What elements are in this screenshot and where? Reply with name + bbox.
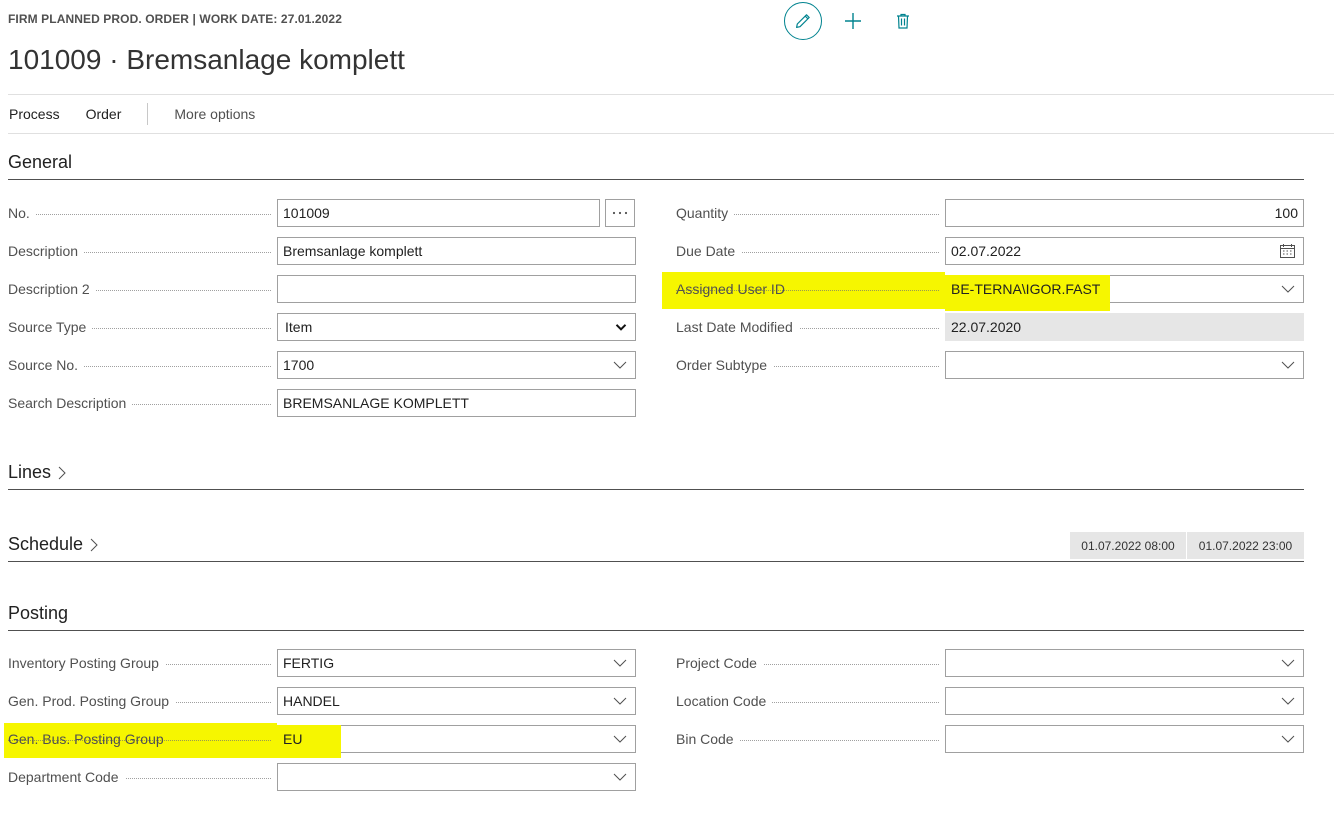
chevron-down-icon bbox=[613, 773, 627, 781]
field-no-label: No. bbox=[8, 205, 36, 221]
chevron-down-icon bbox=[613, 659, 627, 667]
field-order-subtype-label: Order Subtype bbox=[676, 357, 774, 373]
no-assist-button[interactable] bbox=[605, 199, 635, 227]
ellipsis-icon bbox=[612, 211, 628, 215]
gen-prod-posting-group-input[interactable]: HANDEL bbox=[277, 687, 636, 715]
field-search-description-label: Search Description bbox=[8, 395, 133, 411]
field-source-type: Source Type Item bbox=[8, 313, 636, 341]
description-2-input[interactable] bbox=[277, 275, 636, 303]
quantity-input[interactable]: 100 bbox=[945, 199, 1304, 227]
action-order[interactable]: Order bbox=[86, 106, 122, 122]
field-bin-code: Bin Code bbox=[676, 725, 1304, 753]
field-order-subtype: Order Subtype bbox=[676, 351, 1304, 379]
field-inventory-posting-group-label: Inventory Posting Group bbox=[8, 655, 165, 671]
action-more-options[interactable]: More options bbox=[174, 106, 255, 122]
chevron-down-icon bbox=[1281, 285, 1295, 293]
field-last-date-modified-label: Last Date Modified bbox=[676, 319, 799, 335]
source-type-select[interactable]: Item bbox=[277, 313, 636, 341]
field-project-code: Project Code bbox=[676, 649, 1304, 677]
field-no: No. 101009 bbox=[8, 199, 600, 227]
field-gen-bus-posting-group: Gen. Bus. Posting Group EU bbox=[8, 725, 636, 758]
chevron-right-icon bbox=[58, 466, 66, 480]
chevron-down-icon bbox=[1281, 659, 1295, 667]
chevron-right-icon bbox=[90, 538, 98, 552]
field-inventory-posting-group: Inventory Posting Group FERTIG bbox=[8, 649, 636, 677]
field-assigned-user-id-label: Assigned User ID bbox=[676, 281, 785, 297]
bin-code-input[interactable] bbox=[945, 725, 1304, 753]
chevron-down-icon bbox=[613, 697, 627, 705]
no-input[interactable]: 101009 bbox=[277, 199, 600, 227]
project-code-input[interactable] bbox=[945, 649, 1304, 677]
section-general-header[interactable]: General bbox=[8, 152, 1304, 180]
trash-icon bbox=[897, 13, 909, 29]
section-posting-title: Posting bbox=[8, 603, 69, 623]
field-due-date-label: Due Date bbox=[676, 243, 742, 259]
section-schedule-title: Schedule bbox=[8, 534, 84, 554]
field-description: Description Bremsanlage komplett bbox=[8, 237, 636, 265]
schedule-ending-datetime: 01.07.2022 23:00 bbox=[1187, 532, 1304, 559]
section-lines-header[interactable]: Lines bbox=[8, 462, 1304, 490]
field-quantity-label: Quantity bbox=[676, 205, 735, 221]
header-actions bbox=[784, 2, 922, 40]
order-subtype-input[interactable] bbox=[945, 351, 1304, 379]
pencil-icon bbox=[796, 14, 810, 28]
gen-bus-posting-group-input[interactable]: EU bbox=[277, 725, 636, 758]
field-department-code-label: Department Code bbox=[8, 769, 125, 785]
chevron-down-icon bbox=[1281, 735, 1295, 743]
section-general-title: General bbox=[8, 152, 73, 172]
section-lines-title: Lines bbox=[8, 462, 52, 482]
field-description-2-label: Description 2 bbox=[8, 281, 96, 297]
field-description-label: Description bbox=[8, 243, 85, 259]
field-due-date: Due Date 02.07.2022 bbox=[676, 237, 1304, 265]
field-gen-prod-posting-group-label: Gen. Prod. Posting Group bbox=[8, 693, 176, 709]
chevron-down-icon bbox=[613, 361, 627, 369]
section-posting-header[interactable]: Posting bbox=[8, 603, 1304, 631]
field-department-code: Department Code bbox=[8, 763, 636, 791]
field-project-code-label: Project Code bbox=[676, 655, 763, 671]
field-gen-prod-posting-group: Gen. Prod. Posting Group HANDEL bbox=[8, 687, 636, 715]
field-last-date-modified: Last Date Modified 22.07.2020 bbox=[676, 313, 1304, 341]
field-source-type-label: Source Type bbox=[8, 319, 93, 335]
field-assigned-user-id: Assigned User ID BE-TERNA\IGOR.FAST bbox=[676, 275, 1304, 311]
page-title: 101009 · Bremsanlage komplett bbox=[8, 44, 405, 75]
chevron-down-icon bbox=[613, 735, 627, 743]
field-location-code: Location Code bbox=[676, 687, 1304, 715]
field-quantity: Quantity 100 bbox=[676, 199, 1304, 227]
field-location-code-label: Location Code bbox=[676, 693, 773, 709]
calendar-icon[interactable] bbox=[1280, 244, 1295, 258]
schedule-starting-datetime: 01.07.2022 08:00 bbox=[1070, 532, 1186, 559]
field-search-description: Search Description BREMSANLAGE KOMPLETT bbox=[8, 389, 636, 417]
chevron-down-icon bbox=[615, 324, 627, 331]
location-code-input[interactable] bbox=[945, 687, 1304, 715]
chevron-down-icon bbox=[1281, 361, 1295, 369]
delete-button[interactable] bbox=[884, 2, 922, 40]
department-code-input[interactable] bbox=[277, 763, 636, 791]
action-bar: Process Order More options bbox=[8, 94, 1334, 134]
new-button[interactable] bbox=[834, 2, 872, 40]
due-date-input[interactable]: 02.07.2022 bbox=[945, 237, 1304, 265]
field-bin-code-label: Bin Code bbox=[676, 731, 740, 747]
search-description-input[interactable]: BREMSANLAGE KOMPLETT bbox=[277, 389, 636, 417]
action-separator bbox=[147, 103, 149, 125]
action-process[interactable]: Process bbox=[9, 106, 60, 122]
plus-icon bbox=[845, 13, 861, 29]
chevron-down-icon bbox=[1281, 697, 1295, 705]
source-no-input[interactable]: 1700 bbox=[277, 351, 636, 379]
edit-button[interactable] bbox=[784, 2, 822, 40]
last-date-modified-value: 22.07.2020 bbox=[945, 313, 1304, 341]
inventory-posting-group-input[interactable]: FERTIG bbox=[277, 649, 636, 677]
field-gen-bus-posting-group-label: Gen. Bus. Posting Group bbox=[8, 731, 164, 747]
field-source-no-label: Source No. bbox=[8, 357, 85, 373]
field-source-no: Source No. 1700 bbox=[8, 351, 636, 379]
page-caption: FIRM PLANNED PROD. ORDER | WORK DATE: 27… bbox=[8, 12, 342, 26]
description-input[interactable]: Bremsanlage komplett bbox=[277, 237, 636, 265]
assigned-user-id-input[interactable]: BE-TERNA\IGOR.FAST bbox=[945, 275, 1304, 311]
field-description-2: Description 2 bbox=[8, 275, 636, 303]
